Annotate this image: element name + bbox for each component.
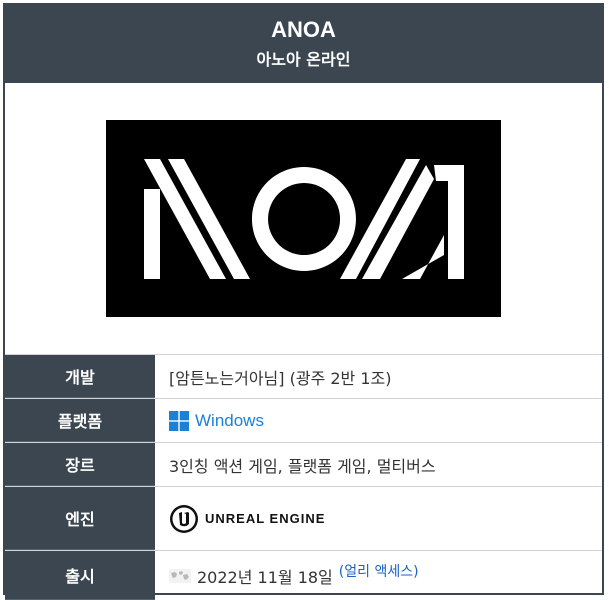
anoa-logo — [106, 120, 501, 317]
release-date: 2022년 11월 18일 — [197, 567, 333, 587]
row-developer: 개발 [암튼노는거아님] (광주 2반 1조) — [5, 355, 602, 399]
infobox: ANOA 아노아 온라인 개발 [암튼노는거아님] (광주 2반 1조) 플랫폼… — [3, 3, 604, 600]
value-engine: UNREAL ENGINE — [155, 487, 602, 550]
infobox-header: ANOA 아노아 온라인 — [5, 5, 602, 83]
value-release: 2022년 11월 18일 (얼리 액세스) — [155, 551, 602, 600]
row-engine: 엔진 UNREAL ENGINE — [5, 487, 602, 551]
row-platform: 플랫폼 Windows — [5, 399, 602, 443]
anoa-wordmark-icon — [143, 158, 464, 279]
game-subtitle: 아노아 온라인 — [256, 50, 351, 69]
globe-icon — [169, 568, 191, 583]
game-title: ANOA — [271, 17, 336, 42]
row-release: 출시 2022년 11월 18일 (얼리 액세스) — [5, 551, 602, 600]
row-genre: 장르 3인칭 액션 게임, 플랫폼 게임, 멀티버스 — [5, 443, 602, 487]
value-platform: Windows — [155, 399, 602, 442]
unreal-engine-logo-icon — [170, 504, 198, 533]
label-release: 출시 — [5, 551, 155, 600]
label-platform: 플랫폼 — [5, 399, 155, 442]
engine-name[interactable]: UNREAL ENGINE — [205, 511, 325, 526]
early-access-link[interactable]: (얼리 액세스) — [339, 561, 419, 581]
windows-logo-icon — [169, 410, 189, 431]
value-developer: [암튼노는거아님] (광주 2반 1조) — [169, 368, 392, 388]
value-genre: 3인칭 액션 게임, 플랫폼 게임, 멀티버스 — [169, 456, 436, 476]
windows-link[interactable]: Windows — [195, 411, 264, 431]
label-developer: 개발 — [5, 355, 155, 398]
label-genre: 장르 — [5, 443, 155, 486]
logo-cell — [5, 83, 602, 355]
label-engine: 엔진 — [5, 487, 155, 550]
